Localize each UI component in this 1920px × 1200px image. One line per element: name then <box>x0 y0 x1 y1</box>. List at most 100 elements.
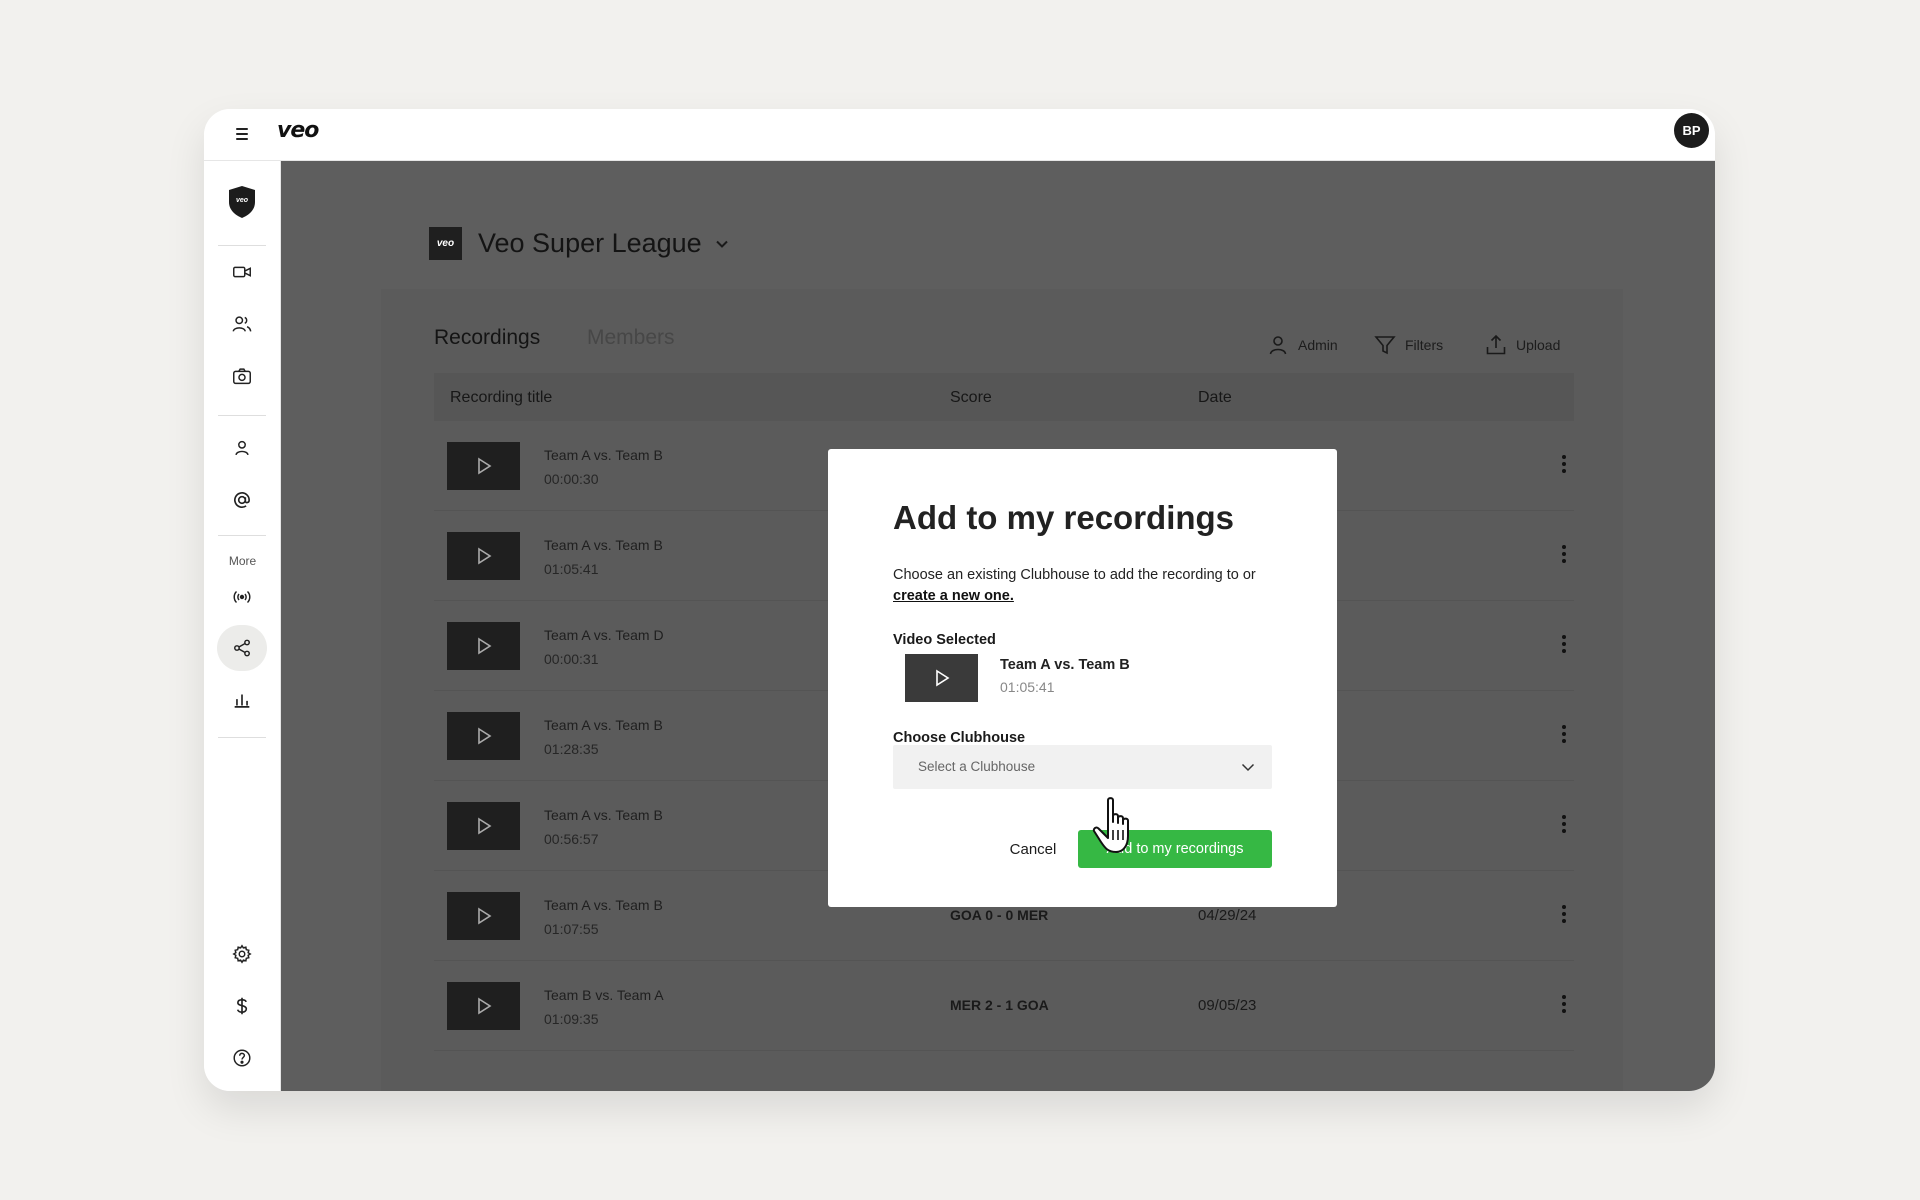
more-options-icon[interactable] <box>1562 725 1566 743</box>
league-selector[interactable]: veo Veo Super League <box>429 227 730 260</box>
chevron-down-icon <box>715 240 728 248</box>
video-thumbnail[interactable] <box>447 892 520 940</box>
upload-label: Upload <box>1516 337 1561 353</box>
play-icon <box>477 457 491 475</box>
play-icon <box>477 907 491 925</box>
recording-duration: 00:56:57 <box>544 831 599 847</box>
top-bar: veo BP <box>204 109 1715 161</box>
video-thumbnail[interactable] <box>447 802 520 850</box>
menu-icon[interactable] <box>231 123 253 145</box>
video-thumbnail[interactable] <box>447 442 520 490</box>
play-icon <box>477 727 491 745</box>
recording-score: GOA 0 - 0 MER <box>950 907 1049 923</box>
chevron-down-icon <box>1241 763 1255 772</box>
share-icon[interactable] <box>217 625 267 671</box>
live-broadcast-icon[interactable] <box>217 574 267 620</box>
sidebar: veo More <box>204 161 281 1091</box>
recording-duration: 00:00:31 <box>544 651 599 667</box>
tab-members[interactable]: Members <box>587 326 675 350</box>
video-camera-icon[interactable] <box>217 249 267 295</box>
recording-title[interactable]: Team B vs. Team A <box>544 987 664 1003</box>
clubhouse-select-placeholder: Select a Clubhouse <box>918 759 1036 774</box>
recording-date: 04/29/24 <box>1198 907 1257 924</box>
upload-button[interactable]: Upload <box>1484 333 1560 357</box>
cancel-button[interactable]: Cancel <box>998 831 1068 867</box>
column-header-score[interactable]: Score <box>950 389 992 407</box>
sidebar-divider <box>218 415 266 416</box>
at-sign-icon[interactable] <box>217 477 267 523</box>
recording-title[interactable]: Team A vs. Team D <box>544 627 664 643</box>
dialog-description: Choose an existing Clubhouse to add the … <box>893 565 1293 607</box>
recording-duration: 01:05:41 <box>544 561 599 577</box>
dialog-title: Add to my recordings <box>893 499 1235 536</box>
video-thumbnail[interactable] <box>447 712 520 760</box>
recording-duration: 01:28:35 <box>544 741 599 757</box>
recording-duration: 01:09:35 <box>544 1011 599 1027</box>
play-icon <box>935 669 949 687</box>
bar-chart-icon[interactable] <box>217 677 267 723</box>
recording-title[interactable]: Team A vs. Team B <box>544 447 663 463</box>
league-name: Veo Super League <box>478 228 702 258</box>
avatar[interactable]: BP <box>1674 113 1709 148</box>
column-header-date[interactable]: Date <box>1198 389 1232 407</box>
recording-duration: 01:07:55 <box>544 921 599 937</box>
video-thumbnail[interactable] <box>447 982 520 1030</box>
more-options-icon[interactable] <box>1562 455 1566 473</box>
admin-label: Admin <box>1298 337 1338 353</box>
more-options-icon[interactable] <box>1562 905 1566 923</box>
tab-recordings[interactable]: Recordings <box>434 326 540 350</box>
camera-icon[interactable] <box>217 353 267 399</box>
team-icon[interactable] <box>217 301 267 347</box>
sidebar-divider <box>218 535 266 536</box>
more-options-icon[interactable] <box>1562 545 1566 563</box>
recording-title[interactable]: Team A vs. Team B <box>544 717 663 733</box>
upload-icon <box>1486 334 1506 355</box>
gear-icon[interactable] <box>217 931 267 977</box>
svg-text:veo: veo <box>236 197 249 204</box>
column-header-title[interactable]: Recording title <box>450 389 552 407</box>
filter-icon <box>1374 336 1396 355</box>
selected-video-thumbnail <box>905 654 978 702</box>
filters-label: Filters <box>1405 337 1444 353</box>
recording-score: MER 2 - 1 GOA <box>950 997 1049 1013</box>
help-icon[interactable] <box>217 1035 267 1081</box>
more-label: More <box>228 554 257 568</box>
video-selected-label: Video Selected <box>893 632 996 648</box>
recording-title[interactable]: Team A vs. Team B <box>544 807 663 823</box>
more-options-icon[interactable] <box>1562 995 1566 1013</box>
add-to-recordings-dialog: Add to my recordings Choose an existing … <box>828 449 1337 907</box>
sidebar-divider <box>218 737 266 738</box>
person-icon <box>1269 336 1287 355</box>
hand-pointer-cursor-icon <box>1092 797 1129 853</box>
table-row[interactable]: Team B vs. Team A 01:09:35 MER 2 - 1 GOA… <box>434 961 1574 1051</box>
main-content: veo Veo Super League Recordings Members … <box>281 161 1715 1091</box>
play-icon <box>477 817 491 835</box>
selected-video-title: Team A vs. Team B <box>1000 657 1130 673</box>
recording-title[interactable]: Team A vs. Team B <box>544 897 663 913</box>
play-icon <box>477 997 491 1015</box>
sidebar-divider <box>218 245 266 246</box>
play-icon <box>477 547 491 565</box>
choose-clubhouse-label: Choose Clubhouse <box>893 730 1026 746</box>
admin-button[interactable]: Admin <box>1266 333 1338 357</box>
more-options-icon[interactable] <box>1562 635 1566 653</box>
filters-button[interactable]: Filters <box>1373 333 1443 357</box>
video-thumbnail[interactable] <box>447 532 520 580</box>
veo-logo[interactable]: veo <box>277 118 319 143</box>
dollar-icon[interactable] <box>217 983 267 1029</box>
recording-duration: 00:00:30 <box>544 471 599 487</box>
club-shield-icon[interactable]: veo <box>227 185 257 219</box>
app-window: veo BP veo More veo Veo Super League Rec… <box>204 109 1715 1091</box>
more-options-icon[interactable] <box>1562 815 1566 833</box>
recording-date: 09/05/23 <box>1198 997 1257 1014</box>
dialog-description-text: Choose an existing Clubhouse to add the … <box>893 567 1256 583</box>
play-icon <box>477 637 491 655</box>
create-new-clubhouse-link[interactable]: create a new one. <box>893 588 1014 604</box>
recording-title[interactable]: Team A vs. Team B <box>544 537 663 553</box>
video-thumbnail[interactable] <box>447 622 520 670</box>
league-logo: veo <box>429 227 462 260</box>
table-header: Recording title Score Date <box>434 373 1574 421</box>
selected-video-duration: 01:05:41 <box>1000 679 1055 695</box>
person-icon[interactable] <box>217 425 267 471</box>
clubhouse-select[interactable]: Select a Clubhouse <box>893 745 1272 789</box>
